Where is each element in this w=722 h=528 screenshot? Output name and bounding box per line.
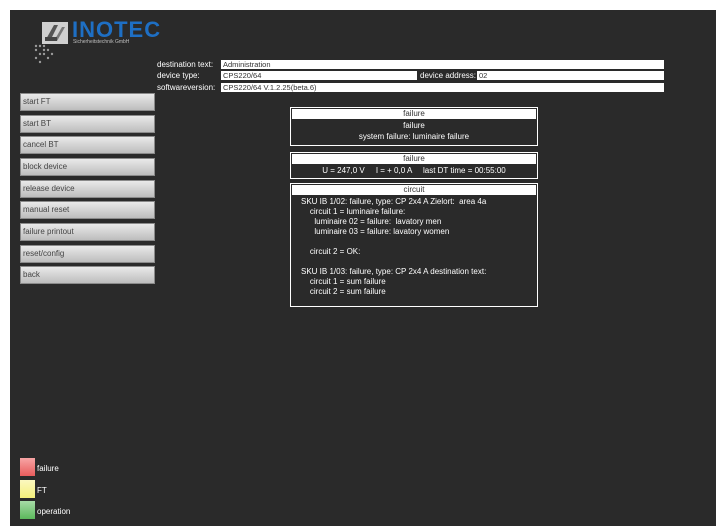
block-device-button[interactable]: block device — [20, 158, 155, 176]
failure-panel-line1: failure — [403, 121, 425, 130]
circuit-line: luminaire 02 = failure: lavatory men — [301, 217, 442, 226]
software-label: softwareversion: — [157, 83, 216, 92]
back-button[interactable]: back — [20, 266, 155, 284]
measurement-values: U = 247,0 V I = + 0,0 A last DT time = 0… — [322, 166, 506, 175]
circuit-line: SKU IB 1/02: failure, type: CP 2x4 A Zie… — [301, 197, 487, 206]
circuit-line: circuit 2 = sum failure — [301, 287, 386, 296]
measurement-panel-header: failure — [292, 154, 536, 164]
release-device-button[interactable]: release device — [20, 180, 155, 198]
legend-failure-swatch — [20, 458, 35, 476]
legend-operation-label: operation — [37, 507, 71, 516]
legend-ft-label: FT — [37, 486, 47, 495]
circuit-text: SKU IB 1/02: failure, type: CP 2x4 A Zie… — [291, 196, 537, 297]
circuit-line: circuit 1 = sum failure — [301, 277, 386, 286]
failure-panel-header: failure — [292, 109, 536, 119]
destination-field: Administration — [221, 60, 664, 69]
inotec-logo: INOTEC Sicherheitstechnik GmbH — [32, 17, 172, 65]
circuit-line-spacer — [301, 257, 537, 267]
device-address-label: device address: — [420, 71, 477, 80]
legend-ft-swatch — [20, 480, 35, 498]
circuit-line: circuit 2 = OK: — [301, 247, 361, 256]
destination-label: destination text: — [157, 60, 214, 69]
circuit-panel: circuit SKU IB 1/02: failure, type: CP 2… — [290, 183, 538, 307]
manual-reset-button[interactable]: manual reset — [20, 201, 155, 219]
failure-panel-line2: system failure: luminaire failure — [358, 132, 470, 141]
start-bt-button[interactable]: start BT — [20, 115, 155, 133]
logo-subtitle: Sicherheitstechnik GmbH — [73, 39, 130, 45]
device-address-field: 02 — [477, 71, 664, 80]
cancel-bt-button[interactable]: cancel BT — [20, 136, 155, 154]
logo-mark-icon — [42, 22, 68, 44]
failure-printout-button[interactable]: failure printout — [20, 223, 155, 241]
circuit-line-spacer — [301, 237, 537, 247]
failure-panel: failure failure system failure: luminair… — [290, 107, 538, 146]
main-screen: INOTEC Sicherheitstechnik GmbH destinati… — [10, 10, 716, 526]
device-type-label: device type: — [157, 71, 200, 80]
legend-operation-swatch — [20, 501, 35, 519]
circuit-line: circuit 1 = luminaire failure: — [301, 207, 406, 216]
legend-failure-label: failure — [37, 464, 59, 473]
circuit-panel-header: circuit — [292, 185, 536, 195]
logo-dots-icon — [34, 44, 54, 64]
start-ft-button[interactable]: start FT — [20, 93, 155, 111]
reset-config-button[interactable]: reset/config — [20, 245, 155, 263]
circuit-line: SKU IB 1/03: failure, type: CP 2x4 A des… — [301, 267, 487, 276]
measurement-panel: failure U = 247,0 V I = + 0,0 A last DT … — [290, 152, 538, 179]
device-type-field: CPS220/64 — [221, 71, 417, 80]
circuit-line: luminaire 03 = failure: lavatory women — [301, 227, 450, 236]
software-field: CPS220/64 V.1.2.25(beta.6) — [221, 83, 664, 92]
